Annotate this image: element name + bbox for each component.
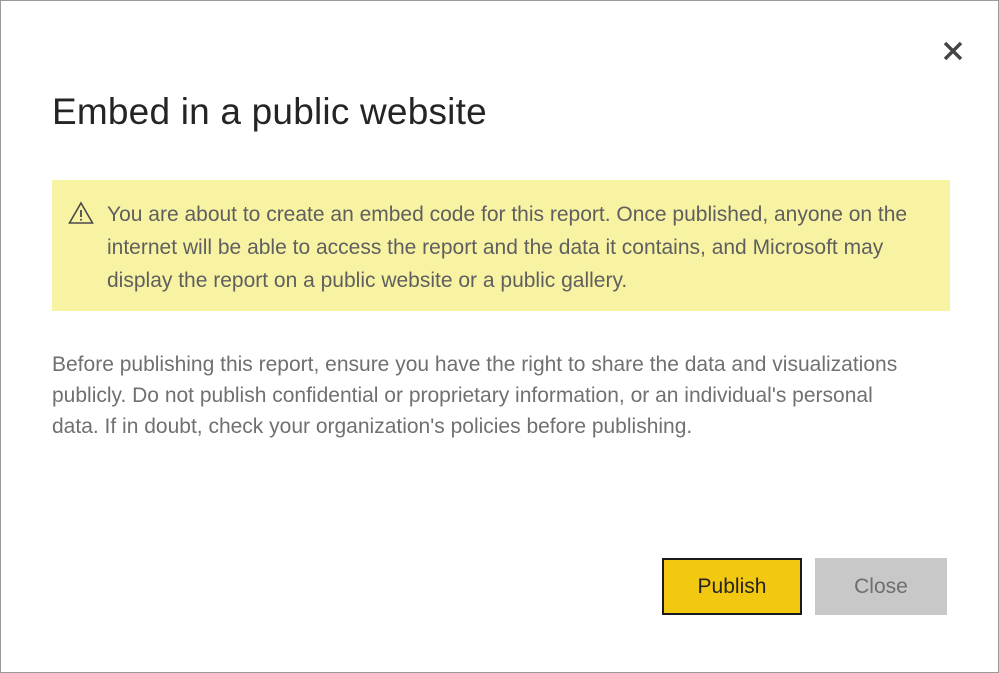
close-button[interactable]: Close <box>815 558 947 615</box>
disclaimer-text: Before publishing this report, ensure yo… <box>52 353 898 438</box>
close-icon[interactable] <box>937 35 969 67</box>
embed-dialog: Embed in a public website You are about … <box>0 0 999 673</box>
dialog-title: Embed in a public website <box>52 91 487 132</box>
warning-text: You are about to create an embed code fo… <box>107 203 908 292</box>
warning-icon <box>68 201 94 225</box>
warning-banner: You are about to create an embed code fo… <box>52 180 950 311</box>
publish-button[interactable]: Publish <box>662 558 802 615</box>
